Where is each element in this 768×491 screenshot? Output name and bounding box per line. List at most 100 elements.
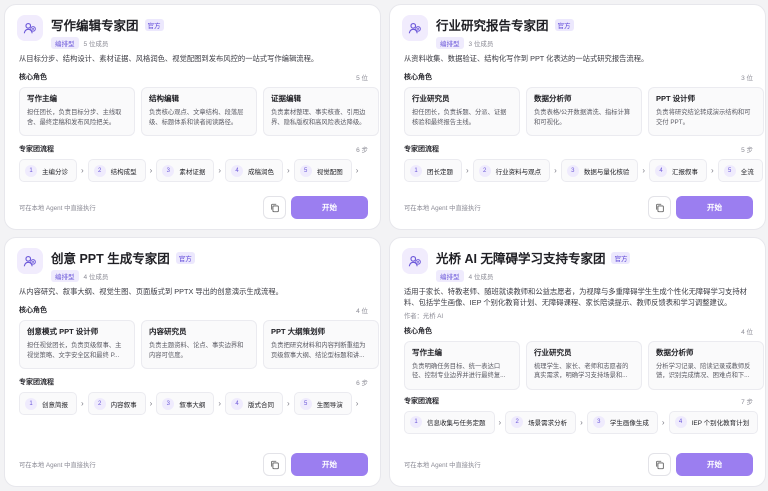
start-button[interactable]: 开始 xyxy=(676,453,753,476)
start-button[interactable]: 开始 xyxy=(291,196,368,219)
flow-step[interactable]: 2 场景需求分析 xyxy=(505,410,577,434)
chevron-right-icon: › xyxy=(287,166,290,176)
local-agent-note: 可在本地 Agent 中直接执行 xyxy=(404,462,481,469)
step-number: 2 xyxy=(511,416,524,429)
team-card-writing[interactable]: 写作编辑专家团 官方 编排型 5 位成员 从目标分步、结构设计、素材证据、风格润… xyxy=(4,4,381,230)
roles-count: 5 位 xyxy=(356,75,368,83)
team-card-accessible-learning[interactable]: 光桥 AI 无障碍学习支持专家团 官方 编排型 4 位成员 适用于家长、特教老师… xyxy=(389,237,766,487)
role-card[interactable]: PPT 大纲策划师 负责把研究材料和内容判断重组为页级叙事大纲、结论型标题和讲..… xyxy=(263,320,379,370)
flow-step[interactable]: 2 行业资料与观点 xyxy=(472,159,551,183)
role-card[interactable]: 内容研究员 负责主题资料、论点、事实边界和内容可信度。 xyxy=(141,320,257,370)
step-label: IEP 个别化教育计划 xyxy=(691,420,750,428)
role-card[interactable]: 结构编辑负责核心观点、文章结构、段落层级、标题体系和读者阅读路径。 xyxy=(141,87,257,137)
flow-steps: 1 团长定题 › 2 行业资料与观点 › 3 数据与量化核验 › 4 汇报叙事 › 5全… xyxy=(390,154,765,183)
chevron-right-icon: › xyxy=(218,399,222,409)
step-number: 4 xyxy=(231,397,244,410)
start-button[interactable]: 开始 xyxy=(676,196,753,219)
step-label: 内容叙事 xyxy=(110,401,137,409)
flow-step[interactable]: 2 内容叙事 xyxy=(87,392,146,416)
copy-button[interactable] xyxy=(263,453,286,476)
flow-step[interactable]: 4 成稿润色 xyxy=(225,159,284,183)
flow-step[interactable]: 5 视觉配图 xyxy=(293,159,352,183)
step-label: 行业资料与观点 xyxy=(495,168,542,176)
role-name: 创意模式 PPT 设计师 xyxy=(27,327,99,337)
flow-step[interactable]: 3 数据与量化核验 xyxy=(560,159,639,183)
chevron-right-icon: › xyxy=(661,417,665,427)
flow-steps: 1 信息收集与任务定题 › 2 场景需求分析 › 3 学生画像生成 › 4 IEP 个别… xyxy=(390,406,765,434)
flow-count: 6 步 xyxy=(356,380,368,388)
copy-icon xyxy=(270,203,279,212)
step-number: 1 xyxy=(410,416,422,429)
type-badge: 编排型 xyxy=(436,270,464,282)
role-card[interactable]: 创意模式 PPT 设计师 担任视觉团长，负责页级叙事、主视觉策略、文字安全区和最终… xyxy=(19,320,135,370)
team-description: 从目标分步、结构设计、素材证据、风格润色、视觉配图到发布风控的一站式写作编辑流程… xyxy=(19,54,319,63)
team-icon xyxy=(17,248,43,274)
flow-step[interactable]: 1 创意简报 xyxy=(19,392,77,416)
step-label: 全流 xyxy=(740,168,754,176)
role-desc: 负责核心观点、文章结构、段落层级、标题体系和读者阅读路径。 xyxy=(149,109,244,127)
role-card[interactable]: 写作主编 担任团长，负责目标分步、主线取舍、最终定稿和发布风险把关。 xyxy=(19,87,135,137)
step-label: 场景需求分析 xyxy=(528,420,568,428)
roles-count: 4 位 xyxy=(741,328,753,336)
role-name: PPT 大纲策划师 xyxy=(271,327,326,337)
start-button[interactable]: 开始 xyxy=(291,453,368,476)
type-badge: 编排型 xyxy=(436,37,464,49)
chevron-right-icon: › xyxy=(580,417,583,427)
role-name: 写作主编 xyxy=(27,94,57,104)
copy-button[interactable] xyxy=(648,453,671,476)
team-card-creative-ppt[interactable]: 创意 PPT 生成专家团 官方 编排型 4 位成员 从内容研究、叙事大纲、视觉生… xyxy=(4,237,381,487)
role-card[interactable]: PPT 设计师 负责将研究结论转成演示结构和可交付 PPT。 xyxy=(648,87,764,137)
roles-section-title: 核心角色 xyxy=(404,74,432,82)
role-card[interactable]: 数据分析师 负责表格/公开数据清洗、指标计算和可视化。 xyxy=(526,87,642,137)
roles-section-title: 核心角色 xyxy=(19,74,47,82)
step-number: 3 xyxy=(162,164,175,177)
chevron-right-icon: › xyxy=(711,166,714,176)
step-label: 汇报叙事 xyxy=(672,168,699,176)
local-agent-note: 可在本地 Agent 中直接执行 xyxy=(404,205,481,212)
team-icon xyxy=(402,15,428,41)
flow-steps: 1 主编分诊 › 2 结构成型 › 3 素材证据 › 4 成稿润色 › 5 视觉配图 › xyxy=(5,154,380,183)
flow-step[interactable]: 1 信息收集与任务定题 xyxy=(404,410,495,434)
flow-step[interactable]: 4 汇报叙事 xyxy=(649,159,708,183)
flow-step[interactable]: 1 团长定题 xyxy=(404,159,462,183)
flow-step[interactable]: 5 全流 xyxy=(717,159,763,183)
team-description: 从内容研究、叙事大纲、视觉生图、页面版式到 PPTX 导出的创意演示生成流程。 xyxy=(19,287,283,296)
team-icon xyxy=(17,15,43,41)
flow-steps: 1 创意简报 › 2 内容叙事 › 3 叙事大纲 › 4 版式合同 › 5 生图导演 › xyxy=(5,387,380,416)
copy-button[interactable] xyxy=(263,196,286,219)
role-card[interactable]: 证据编辑 负责素材整理、事实核查、引用边界、隐私版权和高风险表达降级。 xyxy=(263,87,379,137)
team-title: 行业研究报告专家团 xyxy=(436,19,549,33)
role-desc: 负责素材整理、事实核查、引用边界、隐私版权和高风险表达降级。 xyxy=(271,109,366,127)
chevron-right-icon: › xyxy=(81,399,84,409)
copy-button[interactable] xyxy=(648,196,671,219)
chevron-right-icon: › xyxy=(355,166,359,176)
team-title: 光桥 AI 无障碍学习支持专家团 xyxy=(436,252,606,266)
flow-step[interactable]: 2 结构成型 xyxy=(87,159,146,183)
team-card-industry-research[interactable]: 行业研究报告专家团 官方 编排型 3 位成员 从资料收集、数据验证、结构化写作到… xyxy=(389,4,766,230)
flow-step[interactable]: 3 学生画像生成 xyxy=(586,410,658,434)
role-card[interactable]: 数据分析师 分析学习记录、陪读记录或教师反馈，识别完成情况、困难点和下... xyxy=(648,340,764,390)
role-card[interactable]: 写作主编 负责明确任务目标、统一表达口径、控制专业边界并进行最终复... xyxy=(404,340,520,390)
step-number: 1 xyxy=(410,164,422,177)
flow-step[interactable]: 3 叙事大纲 xyxy=(156,392,215,416)
flow-step[interactable]: 4 IEP 个别化教育计划 xyxy=(668,410,759,434)
team-description: 适用于家长、特教老师、随班就读教师和公益志愿者，为视障与多重障碍学生生成个性化无… xyxy=(404,287,747,308)
member-count: 3 位成员 xyxy=(468,41,494,48)
step-number: 3 xyxy=(162,397,175,410)
chevron-right-icon: › xyxy=(355,399,359,409)
flow-step[interactable]: 1 主编分诊 xyxy=(19,159,77,183)
role-card[interactable]: 行业研究员 担任团长，负责拆题、分派、证据核验和最终报告主线。 xyxy=(404,87,520,137)
flow-step[interactable]: 3 素材证据 xyxy=(156,159,215,183)
chevron-right-icon: › xyxy=(498,417,502,427)
roles-list: 创意模式 PPT 设计师 担任视觉团长，负责页级叙事、主视觉策略、文字安全区和最终… xyxy=(5,315,380,370)
flow-step[interactable]: 4 版式合同 xyxy=(225,392,284,416)
role-card[interactable]: 行业研究员 梳理学生、家长、老师和志愿者的真实需求，明确学习支持场景和... xyxy=(526,340,642,390)
chevron-right-icon: › xyxy=(554,166,557,176)
step-number: 1 xyxy=(25,397,37,410)
role-name: 结构编辑 xyxy=(149,94,179,104)
local-agent-note: 可在本地 Agent 中直接执行 xyxy=(19,205,96,212)
role-name: PPT 设计师 xyxy=(656,94,696,104)
official-badge: 官方 xyxy=(611,251,631,264)
flow-step[interactable]: 5 生图导演 xyxy=(293,392,352,416)
member-count: 4 位成员 xyxy=(468,274,494,281)
